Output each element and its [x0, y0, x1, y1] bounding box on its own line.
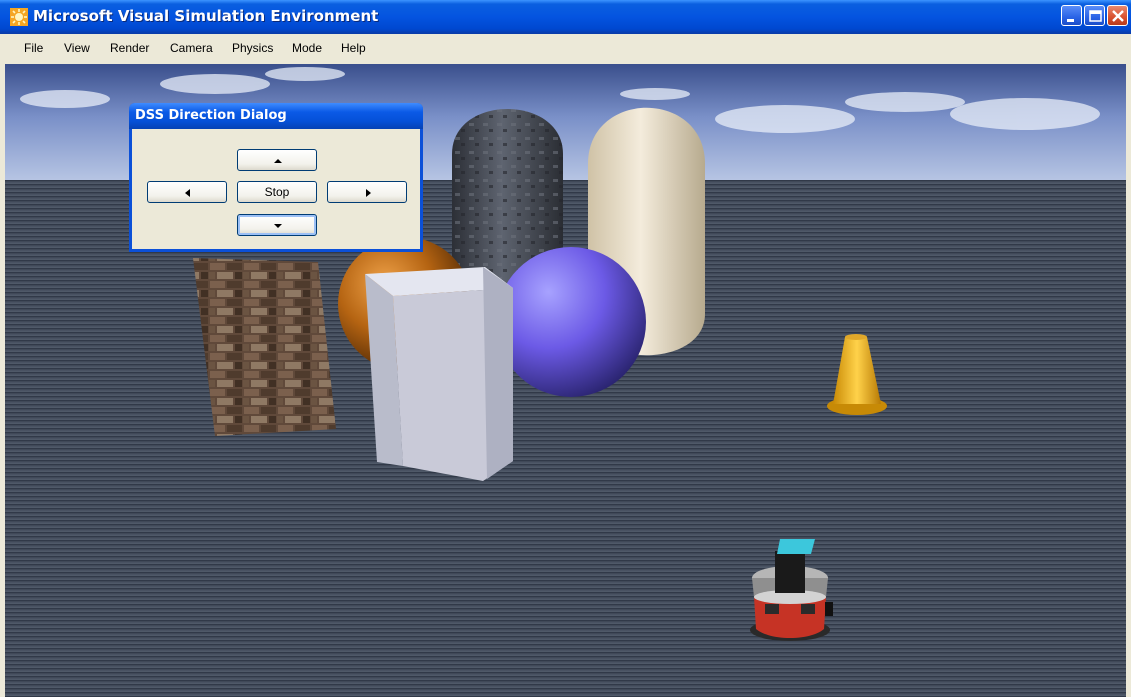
sun-gear-icon [10, 8, 28, 26]
right-button[interactable] [327, 181, 407, 203]
direction-dialog[interactable]: DSS Direction Dialog Stop [129, 103, 423, 252]
stop-button[interactable]: Stop [237, 181, 317, 203]
window-title: Microsoft Visual Simulation Environment [33, 7, 379, 25]
menu-help[interactable]: Help [341, 41, 366, 55]
menu-render[interactable]: Render [110, 41, 149, 55]
title-bar[interactable]: Microsoft Visual Simulation Environment [0, 0, 1131, 34]
right-arrow-icon [366, 189, 371, 197]
dialog-body: Stop [132, 129, 420, 249]
minimize-icon [1067, 19, 1074, 22]
dialog-title: DSS Direction Dialog [135, 108, 287, 123]
maximize-icon [1089, 10, 1102, 22]
menu-mode[interactable]: Mode [292, 41, 322, 55]
dialog-title-bar[interactable]: DSS Direction Dialog [129, 103, 423, 129]
forward-button[interactable] [237, 149, 317, 171]
purple-sphere[interactable] [496, 247, 646, 397]
menu-bar: File View Render Camera Physics Mode Hel… [0, 34, 1131, 62]
left-button[interactable] [147, 181, 227, 203]
brick-wall[interactable] [193, 258, 336, 436]
menu-view[interactable]: View [64, 41, 90, 55]
menu-physics[interactable]: Physics [232, 41, 273, 55]
up-arrow-icon [274, 159, 282, 163]
menu-camera[interactable]: Camera [170, 41, 213, 55]
app-window: Microsoft Visual Simulation Environment … [0, 0, 1131, 697]
left-arrow-icon [185, 189, 190, 197]
maximize-button[interactable] [1084, 5, 1105, 26]
close-button[interactable] [1107, 5, 1128, 26]
menu-file[interactable]: File [24, 41, 43, 55]
backward-button[interactable] [237, 214, 317, 236]
white-box[interactable] [365, 267, 513, 481]
minimize-button[interactable] [1061, 5, 1082, 26]
close-icon [1112, 10, 1124, 22]
down-arrow-icon [274, 224, 282, 228]
